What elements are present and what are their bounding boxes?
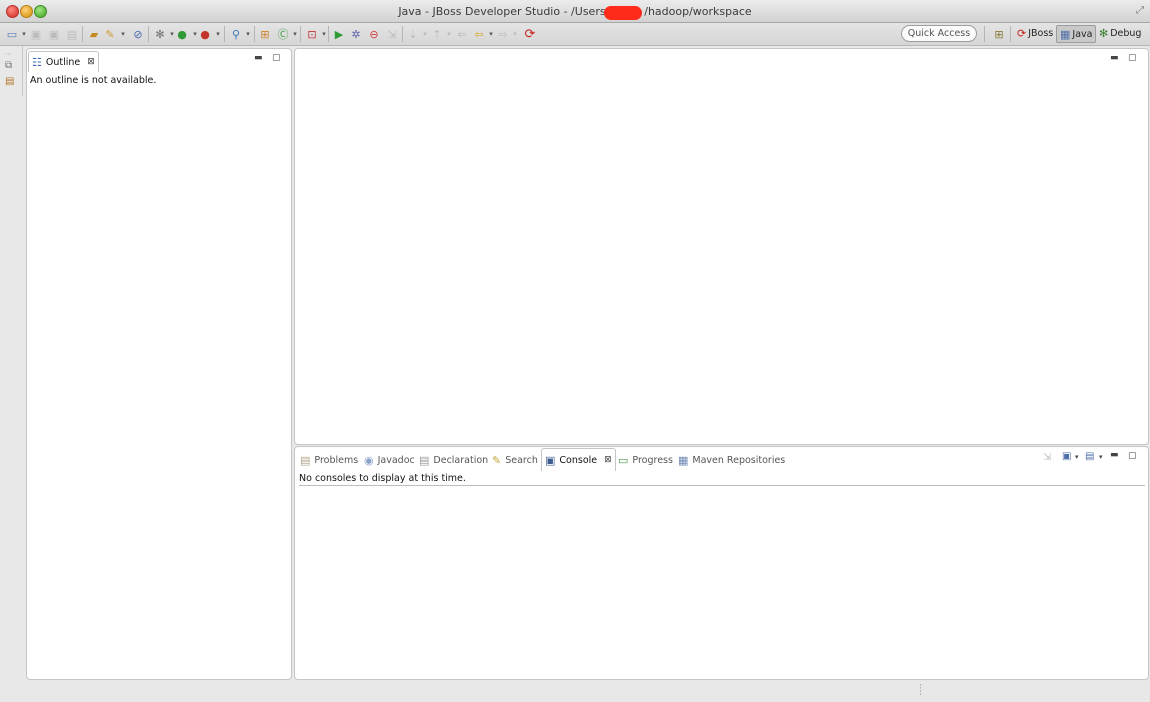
title-bar: Java - JBoss Developer Studio - /Users/ …: [0, 0, 1150, 23]
minimize-icon[interactable]: ▬: [1110, 450, 1119, 460]
main-toolbar: ▭ ▾ ▣ ▣ ▤ ▰ ✎ ▾ ⊘ ✻ ▾ ● ▾ ● ▾ ⚲ ▾ ⊞ Ⓒ ▾ …: [0, 23, 1150, 46]
problems-icon: ▤: [300, 453, 311, 467]
window-title: Java - JBoss Developer Studio - /Users/ …: [398, 5, 752, 18]
bottom-views: ▤ Problems ◉ Javadoc ▤ Declaration ✎ Sea…: [294, 446, 1149, 680]
package-explorer-icon[interactable]: ▤: [5, 76, 14, 87]
tab-outline[interactable]: ☷ Outline ⊠: [28, 51, 99, 72]
tab-problems[interactable]: ▤ Problems: [297, 450, 361, 470]
display-console-dropdown-icon[interactable]: ▾: [1075, 453, 1079, 461]
server-dropdown-icon[interactable]: ▾: [316, 26, 332, 42]
status-bar: · · · ·: [0, 680, 1150, 702]
maximize-icon[interactable]: ▢: [1128, 53, 1137, 63]
tab-declaration[interactable]: ▤ Declaration: [416, 450, 491, 470]
trim-grip-icon[interactable]: ⋯: [5, 50, 12, 58]
toolbar-separator: [148, 26, 149, 42]
toolbar-separator: [82, 26, 83, 42]
start-server-icon[interactable]: ▶: [331, 26, 347, 42]
open-perspective-icon[interactable]: ⊞: [991, 26, 1007, 42]
outline-view: ☷ Outline ⊠ ▬ ▢ An outline is not availa…: [26, 48, 292, 680]
open-folder-icon[interactable]: ▰: [86, 26, 102, 42]
declaration-icon: ▤: [419, 453, 430, 467]
skip-breakpoints-icon[interactable]: ⊘: [130, 26, 146, 42]
debug-server-icon[interactable]: ✲: [348, 26, 364, 42]
save-all-icon[interactable]: ▣: [46, 26, 62, 42]
toolbar-separator: [984, 26, 985, 42]
perspective-debug[interactable]: ✻ Debug: [1096, 25, 1144, 41]
debug-bug-icon: ✻: [1099, 26, 1109, 40]
toolbar-separator: [300, 26, 301, 42]
outline-message: An outline is not available.: [30, 75, 157, 86]
console-icon: ▣: [545, 453, 556, 467]
restore-icon[interactable]: ⧉: [5, 60, 12, 71]
pin-console-icon[interactable]: ⇲: [1043, 452, 1051, 463]
forward-dropdown-icon[interactable]: ▾: [507, 26, 523, 42]
print-icon[interactable]: ▤: [64, 26, 80, 42]
maven-repositories-icon: ▦: [678, 453, 689, 467]
toolbar-separator: [254, 26, 255, 42]
search-icon: ✎: [492, 453, 502, 467]
minimize-icon[interactable]: ▬: [1110, 53, 1119, 63]
maximize-icon[interactable]: ▢: [272, 53, 281, 63]
left-trim-stack: ⋯ ⧉ ▤: [0, 46, 23, 96]
publish-icon[interactable]: ⇲: [384, 26, 400, 42]
build-dropdown-icon[interactable]: ▾: [115, 26, 131, 42]
editor-area[interactable]: ▬ ▢: [294, 48, 1149, 445]
toolbar-separator: [402, 26, 403, 42]
perspective-java[interactable]: ▦ Java: [1056, 25, 1097, 43]
close-icon[interactable]: ⊠: [87, 57, 95, 67]
java-perspective-icon: ▦: [1060, 27, 1071, 41]
close-icon[interactable]: ⊠: [604, 455, 612, 465]
tab-console[interactable]: ▣ Console ⊠: [541, 448, 616, 471]
open-console-dropdown-icon[interactable]: ▾: [1099, 453, 1103, 461]
new-java-package-icon[interactable]: ⊞: [257, 26, 273, 42]
outline-icon: ☷: [32, 55, 42, 69]
fullscreen-icon[interactable]: ⤢: [1136, 5, 1144, 16]
console-divider: [299, 485, 1145, 486]
minimize-icon[interactable]: ▬: [254, 53, 263, 63]
tab-search[interactable]: ✎ Search: [489, 450, 541, 470]
maximize-icon[interactable]: ▢: [1128, 451, 1137, 461]
toolbar-separator: [224, 26, 225, 42]
jboss-perspective-icon: ⟳: [1017, 26, 1027, 40]
redaction-mark: [604, 6, 642, 20]
tab-javadoc[interactable]: ◉ Javadoc: [361, 450, 418, 470]
console-message: No consoles to display at this time.: [299, 473, 466, 484]
last-edit-location-icon[interactable]: ⇐: [454, 26, 470, 42]
status-grip-icon[interactable]: · · · ·: [919, 682, 922, 700]
stop-server-icon[interactable]: ⊖: [366, 26, 382, 42]
jboss-tools-icon[interactable]: ⟳: [522, 26, 538, 42]
toolbar-separator: [1010, 26, 1011, 42]
quick-access-field[interactable]: Quick Access: [901, 25, 977, 42]
toolbar-separator: [328, 26, 329, 42]
display-console-icon[interactable]: ▣: [1062, 451, 1071, 462]
tab-progress[interactable]: ▭ Progress: [615, 450, 676, 470]
progress-icon: ▭: [618, 453, 629, 467]
save-icon[interactable]: ▣: [28, 26, 44, 42]
javadoc-icon: ◉: [364, 453, 374, 467]
tab-maven-repositories[interactable]: ▦ Maven Repositories: [675, 450, 788, 470]
open-console-icon[interactable]: ▤: [1085, 451, 1094, 462]
perspective-jboss[interactable]: ⟳ JBoss: [1014, 25, 1056, 41]
